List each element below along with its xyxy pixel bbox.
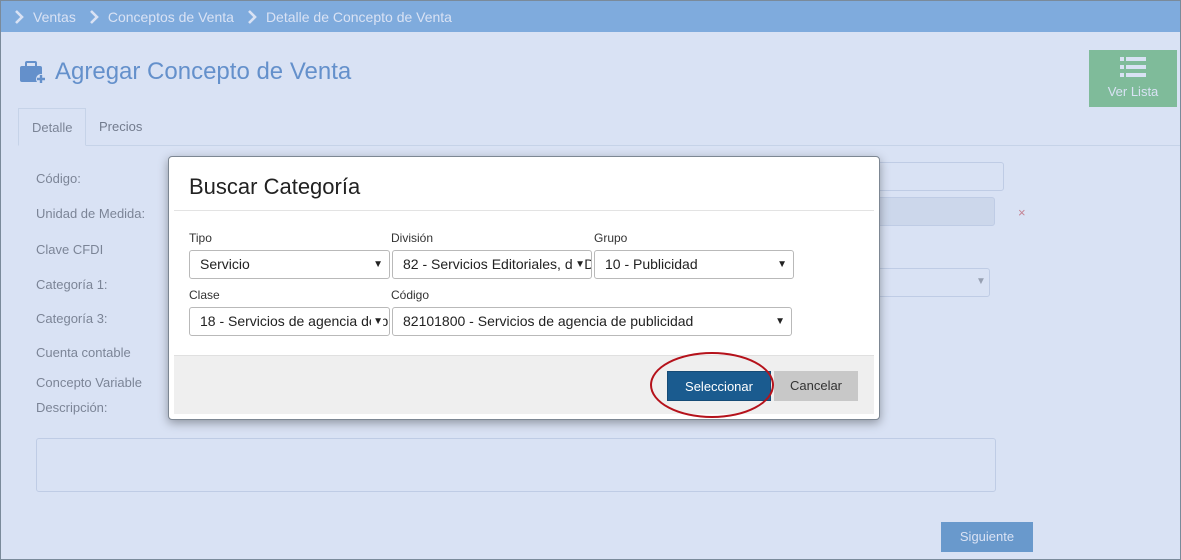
grupo-label: Grupo: [594, 231, 628, 245]
app-window: Ventas Conceptos de Venta Detalle de Con…: [0, 0, 1181, 560]
buscar-categoria-modal: Buscar Categoría Tipo Servicio ▼ Divisió…: [168, 156, 880, 420]
chevron-down-icon: ▼: [775, 251, 787, 278]
clase-select[interactable]: 18 - Servicios de agencia de publicidad …: [189, 307, 390, 336]
codigo-value: 82101800 - Servicios de agencia de publi…: [403, 313, 694, 329]
tipo-value: Servicio: [200, 256, 250, 272]
grupo-select[interactable]: 10 - Publicidad ▼: [594, 250, 794, 279]
clase-label: Clase: [189, 288, 220, 302]
chevron-down-icon: ▼: [573, 251, 585, 278]
divider: [174, 210, 874, 211]
chevron-down-icon: ▼: [371, 308, 383, 335]
codigo-select[interactable]: 82101800 - Servicios de agencia de publi…: [392, 307, 792, 336]
highlight-ellipse: [650, 352, 774, 418]
division-select[interactable]: 82 - Servicios Editoriales, de Diseño, d…: [392, 250, 592, 279]
chevron-down-icon: ▼: [371, 251, 383, 278]
tipo-select[interactable]: Servicio ▼: [189, 250, 390, 279]
tipo-label: Tipo: [189, 231, 212, 245]
codigo-label: Código: [391, 288, 430, 302]
grupo-value: 10 - Publicidad: [605, 256, 698, 272]
chevron-down-icon: ▼: [773, 308, 785, 335]
cancelar-button[interactable]: Cancelar: [774, 371, 858, 401]
clase-value: 18 - Servicios de agencia de publicidad: [200, 313, 389, 329]
division-value: 82 - Servicios Editoriales, de Diseño, d…: [403, 256, 591, 272]
modal-title: Buscar Categoría: [189, 174, 361, 199]
division-label: División: [391, 231, 434, 245]
